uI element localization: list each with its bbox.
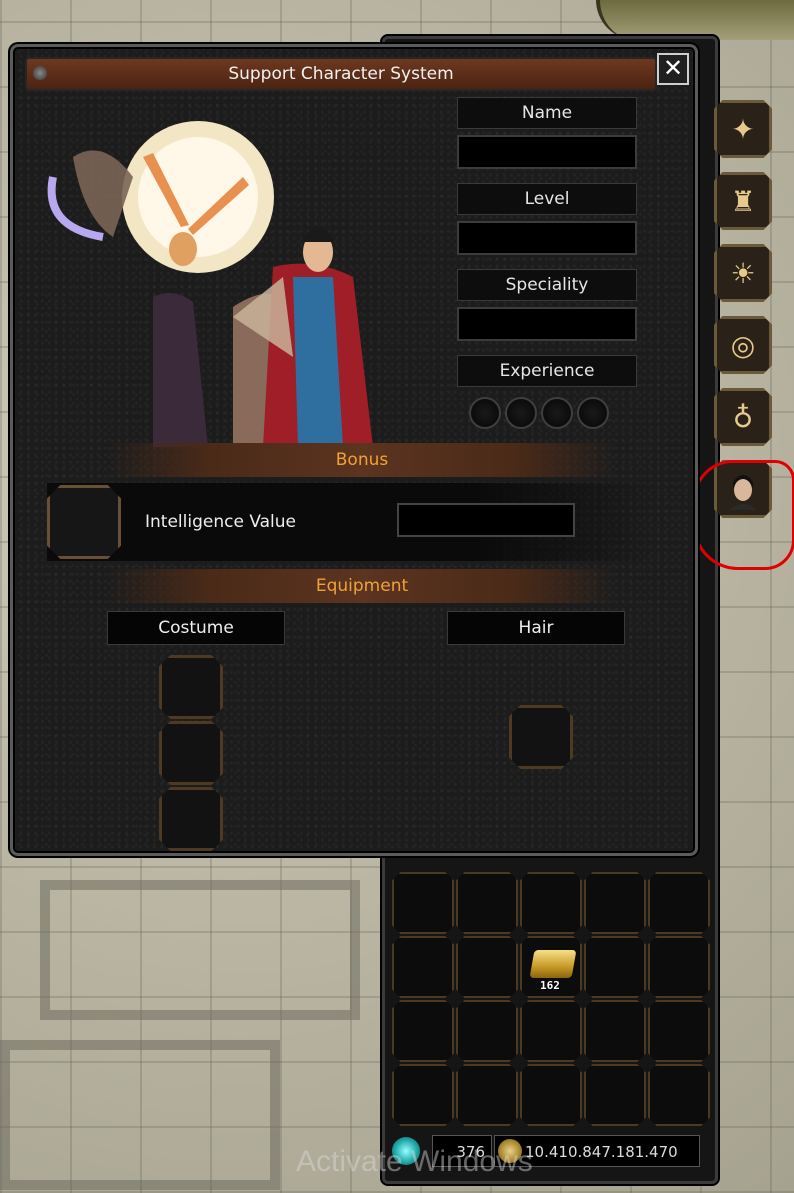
inventory-slot[interactable] <box>392 1000 454 1062</box>
inventory-slot[interactable] <box>584 936 646 998</box>
level-label: Level <box>457 183 637 215</box>
character-artwork <box>47 121 373 447</box>
close-button[interactable]: ✕ <box>657 53 689 85</box>
costume-slot[interactable] <box>159 655 223 719</box>
inventory-grid: 162 <box>392 872 710 1126</box>
window-title: Support Character System <box>228 64 454 84</box>
name-label: Name <box>457 97 637 129</box>
inventory-slot[interactable] <box>584 1064 646 1126</box>
inventory-slot[interactable] <box>584 1000 646 1062</box>
experience-orb <box>505 397 537 429</box>
hair-label: Hair <box>447 611 625 645</box>
sun-icon[interactable]: ☀ <box>714 244 772 302</box>
inventory-slot[interactable] <box>648 1000 710 1062</box>
bonus-row: Intelligence Value <box>47 483 657 561</box>
inventory-slot[interactable] <box>520 1064 582 1126</box>
experience-label: Experience <box>457 355 637 387</box>
speciality-field <box>457 307 637 341</box>
inventory-slot[interactable] <box>392 872 454 934</box>
inventory-slot[interactable] <box>648 936 710 998</box>
gold-bar-icon <box>529 950 577 978</box>
bag-icon[interactable]: ♁ <box>714 388 772 446</box>
speciality-label: Speciality <box>457 269 637 301</box>
altar-icon[interactable]: ♜ <box>714 172 772 230</box>
wings-icon[interactable]: ✦ <box>714 100 772 158</box>
ring-icon[interactable]: ◎ <box>714 316 772 374</box>
intelligence-value-field <box>397 503 575 537</box>
title-bar[interactable]: Support Character System <box>25 57 657 91</box>
experience-orb <box>577 397 609 429</box>
inventory-slot[interactable] <box>520 1000 582 1062</box>
close-icon: ✕ <box>662 54 684 82</box>
activation-watermark: Activate Windows <box>296 1145 533 1178</box>
costume-slot[interactable] <box>159 721 223 785</box>
experience-orb <box>541 397 573 429</box>
inventory-slot[interactable] <box>456 872 518 934</box>
inventory-slot[interactable] <box>392 936 454 998</box>
ground-tile <box>0 1040 280 1190</box>
support-character-window: Support Character System ✕ Name Level Sp… <box>10 44 698 856</box>
highlight-annotation <box>693 460 794 570</box>
equipment-header: Equipment <box>107 569 617 603</box>
inventory-slot[interactable] <box>648 872 710 934</box>
costume-label: Costume <box>107 611 285 645</box>
ground-tile <box>40 880 360 1020</box>
inventory-slot[interactable] <box>456 1000 518 1062</box>
intelligence-label: Intelligence Value <box>145 512 296 532</box>
inventory-slot[interactable] <box>392 1064 454 1126</box>
inventory-slot[interactable] <box>584 872 646 934</box>
experience-orb <box>469 397 501 429</box>
inventory-slot[interactable] <box>456 936 518 998</box>
gold-item-count: 162 <box>540 979 560 992</box>
inventory-slot-gold[interactable]: 162 <box>520 936 582 998</box>
inventory-slot[interactable] <box>648 1064 710 1126</box>
costume-slot[interactable] <box>159 787 223 851</box>
level-field <box>457 221 637 255</box>
name-field <box>457 135 637 169</box>
experience-orbs <box>469 397 609 429</box>
bonus-slot[interactable] <box>47 485 121 559</box>
minimap-corner <box>596 0 794 40</box>
hair-slot[interactable] <box>509 705 573 769</box>
inventory-slot[interactable] <box>456 1064 518 1126</box>
bonus-header: Bonus <box>107 443 617 477</box>
inventory-slot[interactable] <box>520 872 582 934</box>
